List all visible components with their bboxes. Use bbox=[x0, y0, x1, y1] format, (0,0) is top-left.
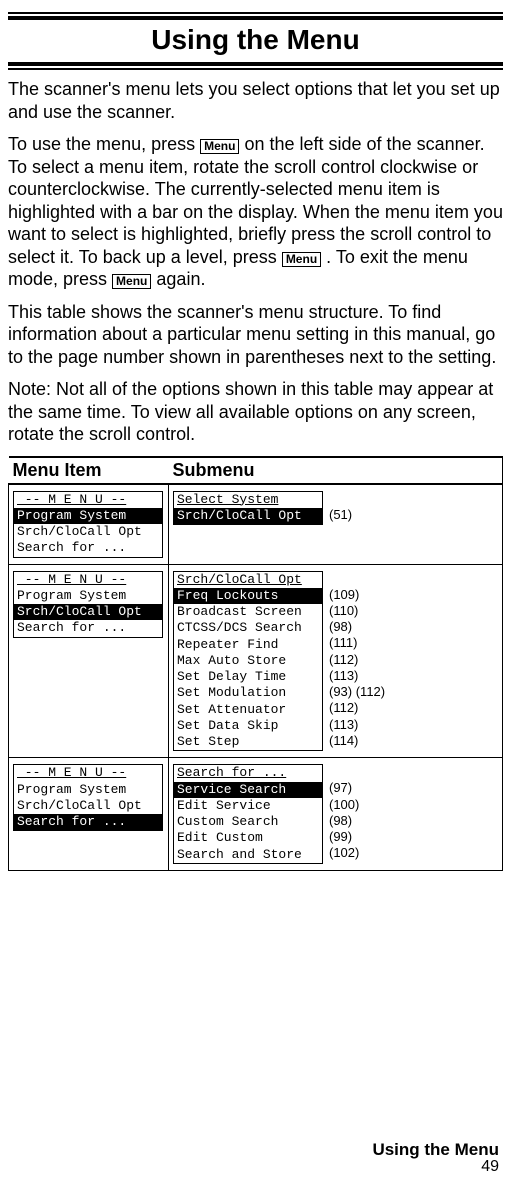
page-ref: (112) bbox=[329, 652, 385, 668]
rule-top bbox=[8, 12, 503, 20]
page-ref: (112) bbox=[329, 700, 385, 716]
lcd-menu-screen: -- M E N U --Program SystemSrch/CloCall … bbox=[13, 571, 163, 638]
lcd-submenu-screen: Srch/CloCall OptFreq Lockouts Broadcast … bbox=[173, 571, 323, 752]
lcd-line: Edit Service bbox=[174, 798, 322, 814]
submenu-cell: Search for ...Service Search Edit Servic… bbox=[169, 758, 503, 871]
lcd-line: Custom Search bbox=[174, 814, 322, 830]
lcd-line-highlighted: Program System bbox=[14, 508, 162, 524]
menu-button-icon-3: Menu bbox=[112, 274, 151, 289]
para2-text-a: To use the menu, press bbox=[8, 134, 200, 154]
page-ref: (111) bbox=[329, 635, 385, 651]
page-title: Using the Menu bbox=[8, 20, 503, 62]
lcd-submenu-screen: Select SystemSrch/CloCall Opt bbox=[173, 491, 323, 526]
page-ref: (113) bbox=[329, 717, 385, 733]
lcd-line-highlighted: Service Search bbox=[174, 782, 322, 798]
page-ref: (99) bbox=[329, 829, 359, 845]
lcd-menu-screen: -- M E N U --Program System Srch/CloCall… bbox=[13, 491, 163, 558]
lcd-menu-header: -- M E N U -- bbox=[14, 765, 162, 781]
page-ref: (93) (112) bbox=[329, 684, 385, 700]
rule-bottom bbox=[8, 62, 503, 70]
paragraph-3: This table shows the scanner's menu stru… bbox=[8, 301, 503, 369]
submenu-cell: Select SystemSrch/CloCall Opt (51) bbox=[169, 484, 503, 565]
lcd-line: Program System bbox=[14, 588, 162, 604]
page-ref: (51) bbox=[329, 507, 352, 523]
lcd-menu-header: -- M E N U -- bbox=[14, 572, 162, 588]
para2-text-d: again. bbox=[156, 269, 205, 289]
lcd-menu-screen: -- M E N U --Program SystemSrch/CloCall … bbox=[13, 764, 163, 831]
col-header-menu-item: Menu Item bbox=[9, 457, 169, 484]
page-references: (109)(110)(98)(111)(112)(113)(93) (112)(… bbox=[329, 571, 385, 750]
page-ref: (113) bbox=[329, 668, 385, 684]
lcd-line: Set Attenuator bbox=[174, 702, 322, 718]
lcd-line: Repeater Find bbox=[174, 637, 322, 653]
page-ref: (98) bbox=[329, 619, 385, 635]
lcd-line: Set Data Skip bbox=[174, 718, 322, 734]
menu-button-icon-2: Menu bbox=[282, 252, 321, 267]
paragraph-2: To use the menu, press Menu on the left … bbox=[8, 133, 503, 291]
table-row: -- M E N U --Program SystemSrch/CloCall … bbox=[9, 758, 503, 871]
page-ref: (98) bbox=[329, 813, 359, 829]
lcd-line: Search and Store bbox=[174, 847, 322, 863]
lcd-line: Srch/CloCall Opt bbox=[14, 798, 162, 814]
lcd-line: CTCSS/DCS Search bbox=[174, 620, 322, 636]
page-ref: (110) bbox=[329, 603, 385, 619]
page-references: (51) bbox=[329, 491, 352, 523]
lcd-line-highlighted: Srch/CloCall Opt bbox=[174, 508, 322, 524]
lcd-line: Search for ... bbox=[14, 620, 162, 636]
page-ref: (97) bbox=[329, 780, 359, 796]
menu-button-icon-1: Menu bbox=[200, 139, 239, 154]
lcd-line: Search for ... bbox=[14, 540, 162, 556]
table-row: -- M E N U --Program SystemSrch/CloCall … bbox=[9, 564, 503, 758]
lcd-line: Max Auto Store bbox=[174, 653, 322, 669]
lcd-line: Broadcast Screen bbox=[174, 604, 322, 620]
page-ref: (102) bbox=[329, 845, 359, 861]
lcd-submenu-header: Select System bbox=[174, 492, 322, 508]
lcd-line-highlighted: Srch/CloCall Opt bbox=[14, 604, 162, 620]
page-references: (97)(100)(98)(99)(102) bbox=[329, 764, 359, 861]
lcd-line: Set Modulation bbox=[174, 685, 322, 701]
lcd-menu-header: -- M E N U -- bbox=[14, 492, 162, 508]
footer-title: Using the Menu bbox=[372, 1140, 499, 1160]
page-ref: (109) bbox=[329, 587, 385, 603]
page-ref: (100) bbox=[329, 797, 359, 813]
lcd-line: Edit Custom bbox=[174, 830, 322, 846]
paragraph-1: The scanner's menu lets you select optio… bbox=[8, 78, 503, 123]
lcd-submenu-header: Srch/CloCall Opt bbox=[174, 572, 322, 588]
lcd-line: Set Delay Time bbox=[174, 669, 322, 685]
paragraph-4: Note: Not all of the options shown in th… bbox=[8, 378, 503, 446]
lcd-line: Srch/CloCall Opt bbox=[14, 524, 162, 540]
page-number: 49 bbox=[481, 1158, 499, 1176]
lcd-line-highlighted: Search for ... bbox=[14, 814, 162, 830]
lcd-submenu-header: Search for ... bbox=[174, 765, 322, 781]
lcd-line: Set Step bbox=[174, 734, 322, 750]
submenu-cell: Srch/CloCall OptFreq Lockouts Broadcast … bbox=[169, 564, 503, 758]
lcd-submenu-screen: Search for ...Service Search Edit Servic… bbox=[173, 764, 323, 864]
lcd-line-highlighted: Freq Lockouts bbox=[174, 588, 322, 604]
menu-item-cell: -- M E N U --Program SystemSrch/CloCall … bbox=[9, 564, 169, 758]
table-row: -- M E N U --Program System Srch/CloCall… bbox=[9, 484, 503, 565]
page-ref: (114) bbox=[329, 733, 385, 749]
lcd-line: Program System bbox=[14, 782, 162, 798]
menu-item-cell: -- M E N U --Program SystemSrch/CloCall … bbox=[9, 758, 169, 871]
menu-structure-table: Menu Item Submenu -- M E N U --Program S… bbox=[8, 456, 503, 871]
menu-item-cell: -- M E N U --Program System Srch/CloCall… bbox=[9, 484, 169, 565]
table-header-row: Menu Item Submenu bbox=[9, 457, 503, 484]
col-header-submenu: Submenu bbox=[169, 457, 503, 484]
